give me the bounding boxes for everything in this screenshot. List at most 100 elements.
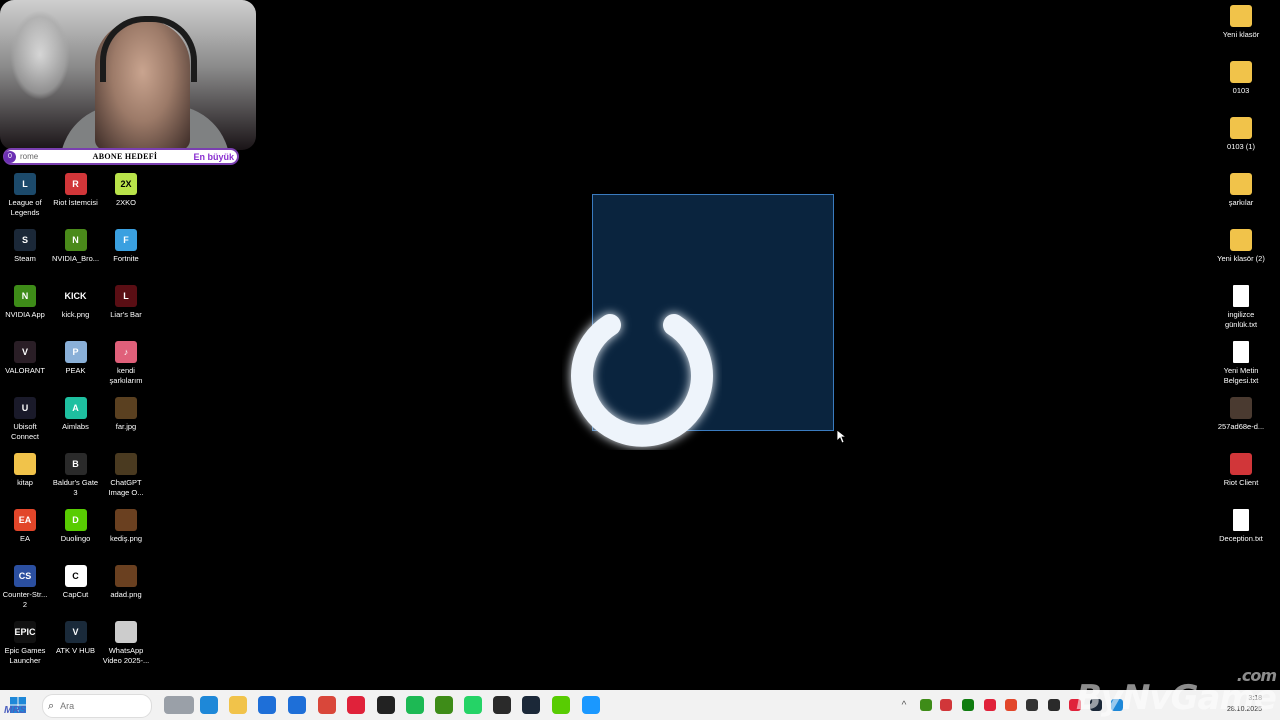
shortcut-label: Steam (14, 254, 36, 263)
goal-title: ABONE HEDEFİ (92, 152, 158, 161)
video-icon (115, 621, 137, 643)
kick-icon: KICK (64, 285, 87, 307)
desktop-shortcut[interactable]: L League of Legends (0, 173, 50, 218)
chrome-icon[interactable] (318, 696, 336, 714)
steam-icon[interactable] (522, 696, 540, 714)
peak-icon: P (64, 341, 87, 363)
folder-icon (1230, 229, 1252, 251)
shortcut-label: League of Legends (8, 198, 42, 217)
whatsapp-icon[interactable] (464, 696, 482, 714)
store-icon[interactable] (258, 696, 276, 714)
desktop-shortcut[interactable]: A Aimlabs (51, 397, 101, 432)
desktop-shortcut[interactable]: U Ubisoft Connect (0, 397, 50, 442)
outlook-icon[interactable] (288, 696, 306, 714)
spotify-icon[interactable] (406, 696, 424, 714)
fortnite-icon: F (115, 229, 137, 251)
shortcut-label: kendi şarkılarım (109, 366, 143, 385)
shortcut-label: kediş.png (109, 534, 143, 543)
folder-icon (1230, 117, 1252, 139)
search-placeholder: Ara (60, 701, 75, 711)
headset (100, 16, 197, 82)
desktop-item[interactable]: 0103 (1216, 61, 1266, 96)
shortcut-label: Counter-Str... 2 (2, 590, 48, 609)
opera-tray-icon[interactable] (984, 699, 996, 711)
desktop-shortcut[interactable]: V ATK V HUB (51, 621, 101, 656)
desktop-item[interactable]: 257ad68e-d... (1216, 397, 1266, 432)
2xko-icon: 2X (115, 173, 137, 195)
desktop-shortcut[interactable]: far.jpg (101, 397, 151, 432)
taskbar-search-box[interactable]: ⌕ Ara (42, 694, 152, 718)
opera-icon[interactable] (347, 696, 365, 714)
obs-icon[interactable] (377, 696, 395, 714)
goal-left-text: rome (20, 152, 39, 161)
atk-icon: V (64, 621, 87, 643)
desktop-shortcut[interactable]: EA EA (0, 509, 50, 544)
shortcut-label: far.jpg (115, 422, 137, 431)
chevron-up-icon[interactable]: ^ (898, 699, 910, 711)
valorant-tray-icon[interactable] (940, 699, 952, 711)
shortcut-label: kick.png (61, 310, 90, 319)
image-icon (115, 565, 137, 587)
terminal-tray-icon[interactable] (1048, 699, 1060, 711)
desktop-shortcut[interactable]: B Baldur's Gate 3 (51, 453, 101, 498)
desktop-item[interactable]: Deception.txt (1216, 509, 1266, 544)
game-tray-icon[interactable] (1026, 699, 1038, 711)
task-view-icon[interactable] (164, 696, 194, 714)
desktop-item[interactable]: Yeni Metin Belgesi.txt (1216, 341, 1266, 386)
desktop-shortcut[interactable]: adad.png (101, 565, 151, 600)
nvidia-icon: N (64, 229, 87, 251)
desktop-shortcut[interactable]: ♪ kendi şarkılarım (101, 341, 151, 386)
desktop-shortcut[interactable]: P PEAK (51, 341, 101, 376)
desktop-shortcut[interactable]: WhatsApp Video 2025-... (101, 621, 151, 666)
desktop-item[interactable]: Riot Client (1216, 453, 1266, 488)
desktop-shortcut[interactable]: ChatGPT Image O... (101, 453, 151, 498)
shortcut-label: EA (19, 534, 30, 543)
desktop-shortcut[interactable]: KICK kick.png (51, 285, 101, 320)
ea-icon: EA (14, 509, 36, 531)
mouse-cursor (837, 430, 847, 444)
shortcut-label: Ubisoft Connect (11, 422, 39, 441)
item-label: ingilizce günlük.txt (1224, 310, 1258, 329)
shortcut-label: adad.png (110, 590, 142, 599)
desktop-shortcut[interactable]: CS Counter-Str... 2 (0, 565, 50, 610)
image-icon (115, 453, 137, 475)
desktop-shortcut[interactable]: C CapCut (51, 565, 101, 600)
desktop-item[interactable]: Yeni klasör (1216, 5, 1266, 40)
desktop-shortcut[interactable]: F Fortnite (101, 229, 151, 264)
desktop-item[interactable]: 0103 (1) (1216, 117, 1266, 152)
desktop-shortcut[interactable]: 2X 2XKO (101, 173, 151, 208)
desktop-shortcut[interactable]: N NVIDIA App (0, 285, 50, 320)
desktop-item[interactable]: şarkılar (1216, 173, 1266, 208)
desktop-item[interactable]: Yeni klasör (2) (1216, 229, 1266, 264)
shortcut-label: 2XKO (115, 198, 136, 207)
image-icon (115, 397, 137, 419)
prime-video-icon[interactable] (582, 696, 600, 714)
subscriber-goal-bar: 0 rome ABONE HEDEFİ En büyük (3, 148, 239, 165)
desktop-shortcut[interactable]: L Liar's Bar (101, 285, 151, 320)
xbox-icon[interactable] (962, 699, 974, 711)
desktop-shortcut[interactable]: R Riot İstemcisi (51, 173, 101, 208)
power-icon (571, 275, 713, 447)
item-label: 0103 (1) (1227, 142, 1255, 151)
desktop-shortcut[interactable]: N NVIDIA_Bro... (51, 229, 101, 264)
item-label: Riot Client (1223, 478, 1259, 487)
file-explorer-icon[interactable] (229, 696, 247, 714)
nvidia-icon[interactable] (435, 696, 453, 714)
desktop-shortcut[interactable]: kediş.png (101, 509, 151, 544)
desktop-shortcut[interactable]: D Duolingo (51, 509, 101, 544)
duolingo-icon[interactable] (552, 696, 570, 714)
desktop-shortcut[interactable]: S Steam (0, 229, 50, 264)
nvidia-tray-icon[interactable] (920, 699, 932, 711)
edge-icon[interactable] (200, 696, 218, 714)
shortcut-label: Riot İstemcisi (53, 198, 98, 207)
ea-tray-icon[interactable] (1005, 699, 1017, 711)
shortcut-label: Fortnite (113, 254, 139, 263)
aimlabs-icon: A (64, 397, 87, 419)
valorant-icon: V (14, 341, 36, 363)
desktop-shortcut[interactable]: EPIC Epic Games Launcher (0, 621, 50, 666)
desktop-item[interactable]: ingilizce günlük.txt (1216, 285, 1266, 330)
terminal-icon[interactable] (493, 696, 511, 714)
desktop-shortcut[interactable]: kitap (0, 453, 50, 488)
desktop-shortcut[interactable]: V VALORANT (0, 341, 50, 376)
item-label: 0103 (1232, 86, 1250, 95)
